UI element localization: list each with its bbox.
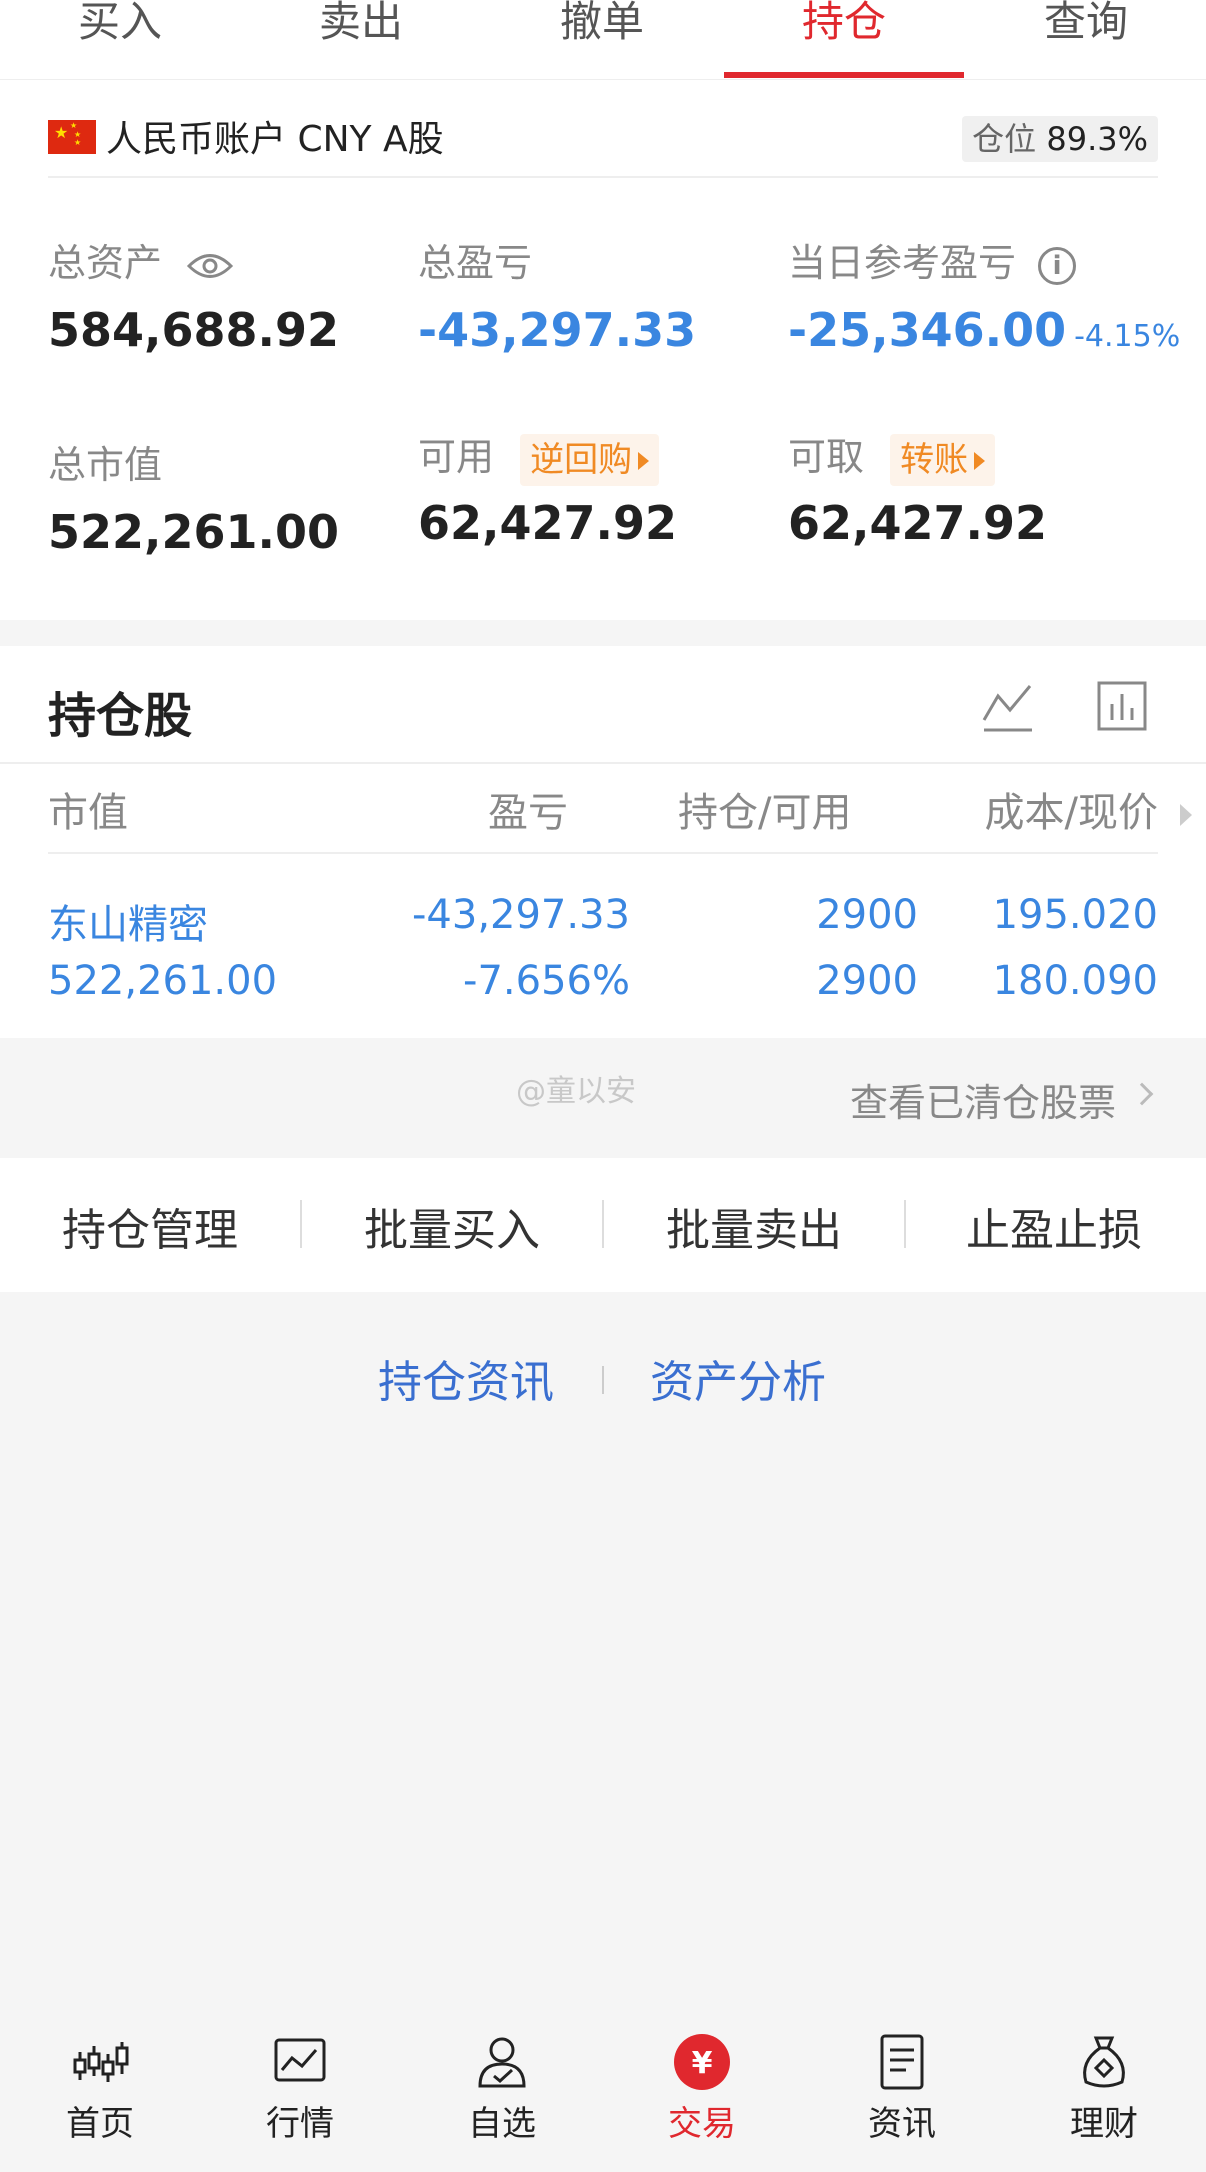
market-value-label: 总市值 [48, 443, 163, 487]
info-icon[interactable]: i [1038, 246, 1077, 285]
stock-name: 东山精密 [48, 902, 208, 948]
triangle-right-icon [638, 452, 650, 470]
holdings-column-header: 市值 盈亏 持仓/可用 成本/现价 [48, 780, 1192, 854]
eye-icon[interactable] [186, 251, 234, 281]
holding-row[interactable]: 东山精密 522,261.00 -43,297.33 -7.656% 2900 … [48, 892, 1158, 1032]
position-label: 仓位 [972, 120, 1037, 158]
holdings-title: 持仓股 [48, 688, 193, 744]
money-bag-icon [1083, 2036, 1125, 2088]
stock-price: 180.090 [992, 958, 1158, 1004]
bottom-nav: 首页 行情 自选 ¥ 交易 资讯 理财 [0, 2002, 1206, 2172]
withdrawable-funds: 可取 转账 62,427.92 [788, 426, 1047, 550]
total-pnl: 总盈亏 -43,297.33 [418, 232, 696, 357]
stock-pnl: -43,297.33 [411, 892, 630, 938]
market-value: 总市值 522,261.00 [48, 434, 339, 559]
active-tab-indicator [724, 72, 964, 78]
tab-sell[interactable]: 卖出 [241, 0, 481, 49]
nav-trade-label: 交易 [668, 2104, 736, 2144]
triangle-right-icon [1180, 804, 1192, 826]
stock-pnl-pct: -7.656% [463, 958, 630, 1004]
account-header[interactable]: ★ ★ ★ ★ 人民币账户 CNY A股 仓位 89.3% [48, 108, 1158, 178]
triangle-right-icon [974, 452, 986, 470]
china-flag-icon: ★ ★ ★ ★ [48, 120, 96, 154]
column-pnl: 盈亏 [488, 790, 568, 836]
nav-watchlist[interactable]: 自选 [402, 2032, 602, 2145]
stock-cost: 195.020 [992, 892, 1158, 938]
daily-pnl: 当日参考盈亏 i -25,346.00 -4.15% [788, 232, 1180, 357]
nav-finance-label: 理财 [1070, 2104, 1138, 2144]
user-check-icon [478, 2037, 526, 2088]
divider [602, 1366, 604, 1394]
line-chart-icon[interactable] [980, 680, 1036, 736]
action-bar: 持仓管理 批量买入 批量卖出 止盈止损 [0, 1158, 1206, 1292]
daily-pnl-pct: -4.15% [1074, 319, 1181, 354]
trading-page: 买入 卖出 撤单 持仓 查询 ★ ★ ★ ★ 人民币账户 CNY A股 仓位 89.3… [0, 0, 1206, 2172]
market-value-value: 522,261.00 [48, 505, 340, 559]
info-links: 持仓资讯 资产分析 [0, 1346, 1206, 1408]
bar-chart-icon[interactable] [1096, 680, 1148, 732]
account-summary: ★ ★ ★ ★ 人民币账户 CNY A股 仓位 89.3% 总资产 584,688.9… [0, 80, 1206, 620]
holdings-section: 持仓股 市值 盈亏 持仓/可用 成本/现价 东山精密 522,261.00 -4… [0, 646, 1206, 1038]
stock-available: 2900 [816, 958, 918, 1004]
chevron-right-icon [1130, 1082, 1154, 1106]
column-cost-price[interactable]: 成本/现价 [985, 780, 1158, 838]
stop-profit-loss-button[interactable]: 止盈止损 [904, 1194, 1204, 1258]
document-icon [880, 2034, 924, 2090]
available-value: 62,427.92 [418, 495, 677, 550]
stock-market-value: 522,261.00 [48, 958, 278, 1004]
transfer-button[interactable]: 转账 [890, 433, 996, 486]
asset-analysis-link[interactable]: 资产分析 [650, 1346, 826, 1410]
tab-holdings[interactable]: 持仓 [724, 0, 964, 49]
yuan-icon: ¥ [674, 2034, 730, 2090]
candlestick-icon [73, 2042, 129, 2082]
nav-home[interactable]: 首页 [0, 2032, 200, 2145]
total-pnl-value: -43,297.33 [418, 303, 697, 357]
tab-query[interactable]: 查询 [966, 0, 1206, 49]
total-assets-label: 总资产 [48, 241, 163, 285]
total-assets-value: 584,688.92 [48, 303, 340, 357]
daily-pnl-label: 当日参考盈亏 [788, 241, 1017, 285]
batch-buy-button[interactable]: 批量买入 [302, 1194, 602, 1258]
nav-home-label: 首页 [66, 2104, 134, 2144]
batch-sell-button[interactable]: 批量卖出 [604, 1194, 904, 1258]
svg-text:¥: ¥ [692, 2046, 713, 2081]
nav-news[interactable]: 资讯 [802, 2032, 1002, 2145]
daily-pnl-value: -25,346.00 [788, 303, 1067, 357]
nav-watchlist-label: 自选 [468, 2104, 536, 2144]
position-ratio-badge: 仓位 89.3% [962, 116, 1158, 162]
tab-buy[interactable]: 买入 [0, 0, 240, 49]
nav-market-label: 行情 [266, 2104, 334, 2144]
daily-pnl-value-wrap: -25,346.00 -4.15% [788, 303, 1180, 357]
chart-icon [274, 2038, 326, 2082]
trade-tabs: 买入 卖出 撤单 持仓 查询 [0, 0, 1206, 80]
withdrawable-value: 62,427.92 [788, 495, 1047, 550]
available-funds: 可用 逆回购 62,427.92 [418, 426, 677, 550]
account-name: 人民币账户 CNY A股 [106, 119, 444, 160]
reverse-repo-button[interactable]: 逆回购 [520, 433, 660, 486]
tab-cancel[interactable]: 撤单 [482, 0, 722, 49]
nav-trade[interactable]: ¥ 交易 [602, 2032, 802, 2145]
watermark: @童以安 [516, 1074, 636, 1109]
available-label: 可用 [418, 435, 495, 479]
column-holding-available: 持仓/可用 [678, 790, 852, 836]
cleared-stocks-bar: @童以安 查看已清仓股票 [0, 1038, 1206, 1158]
cleared-stocks-link[interactable]: 查看已清仓股票 [850, 1072, 1116, 1127]
nav-finance[interactable]: 理财 [1004, 2032, 1204, 2145]
holdings-news-link[interactable]: 持仓资讯 [378, 1346, 554, 1410]
column-market-value: 市值 [48, 790, 128, 836]
nav-news-label: 资讯 [868, 2104, 936, 2144]
position-management-button[interactable]: 持仓管理 [0, 1194, 300, 1258]
total-assets: 总资产 584,688.92 [48, 232, 339, 357]
withdrawable-label: 可取 [788, 435, 865, 479]
position-value: 89.3% [1046, 120, 1148, 158]
stock-holding: 2900 [816, 892, 918, 938]
nav-market[interactable]: 行情 [200, 2032, 400, 2145]
total-pnl-label: 总盈亏 [418, 241, 533, 285]
holdings-header: 持仓股 [0, 646, 1206, 764]
